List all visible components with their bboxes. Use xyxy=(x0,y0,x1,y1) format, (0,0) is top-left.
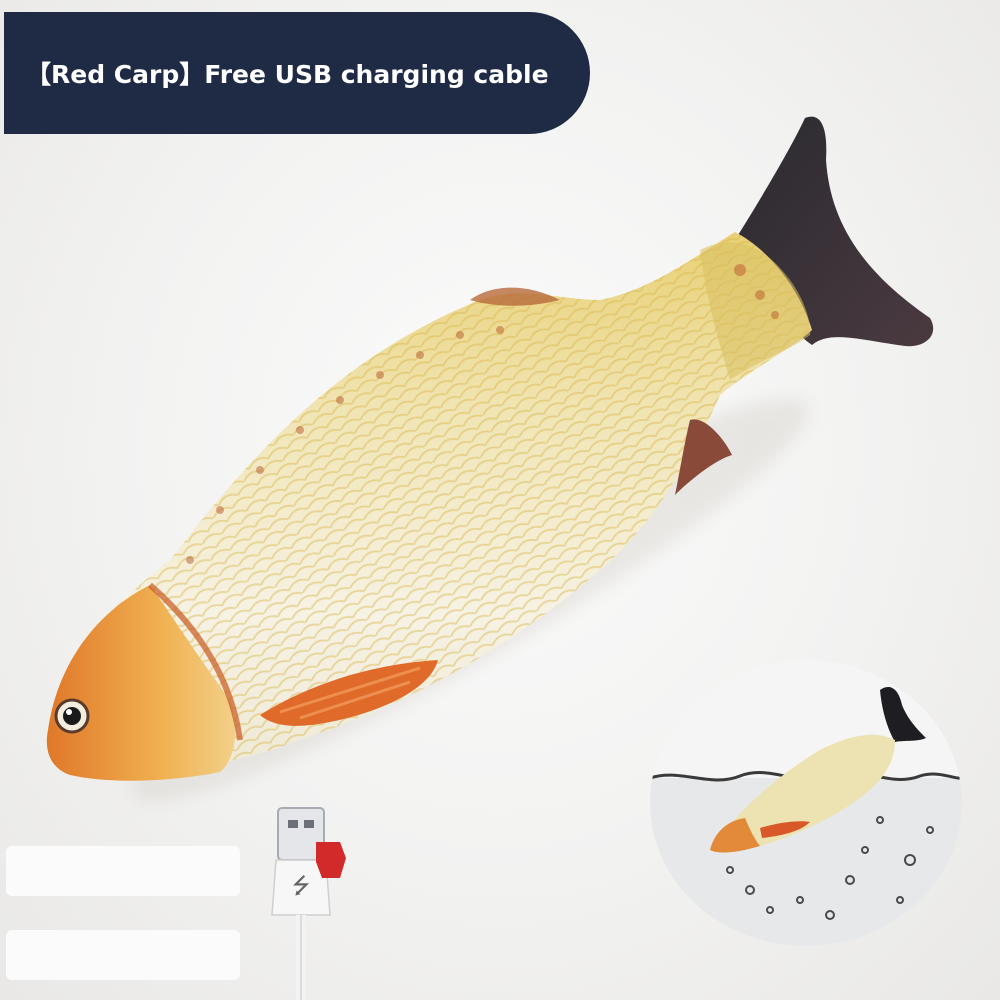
svg-text:⭍: ⭍ xyxy=(292,874,310,899)
banner-title: 【Red Carp】Free USB charging cable xyxy=(26,60,549,89)
usb-charging-cable-image: ⭍ xyxy=(271,807,346,1000)
blank-label-box xyxy=(6,930,240,980)
title-banner: 【Red Carp】Free USB charging cable xyxy=(4,12,590,134)
fish-in-water-inset xyxy=(650,660,962,946)
blank-label-box xyxy=(6,846,240,896)
